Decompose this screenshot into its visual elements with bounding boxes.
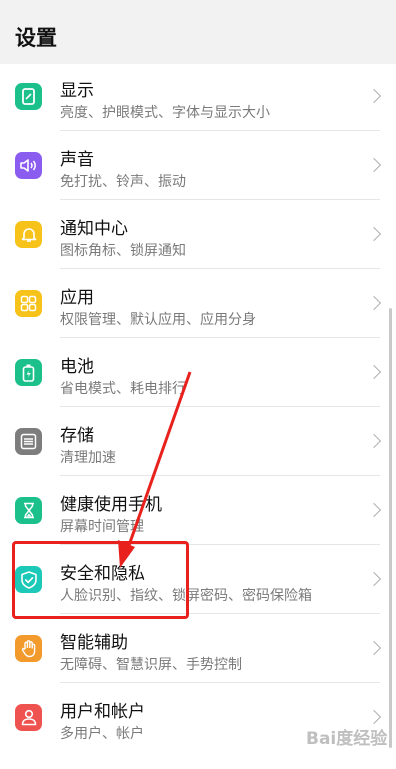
annotation-arrow [118,371,192,568]
watermark: Bai度经验 [306,729,388,749]
